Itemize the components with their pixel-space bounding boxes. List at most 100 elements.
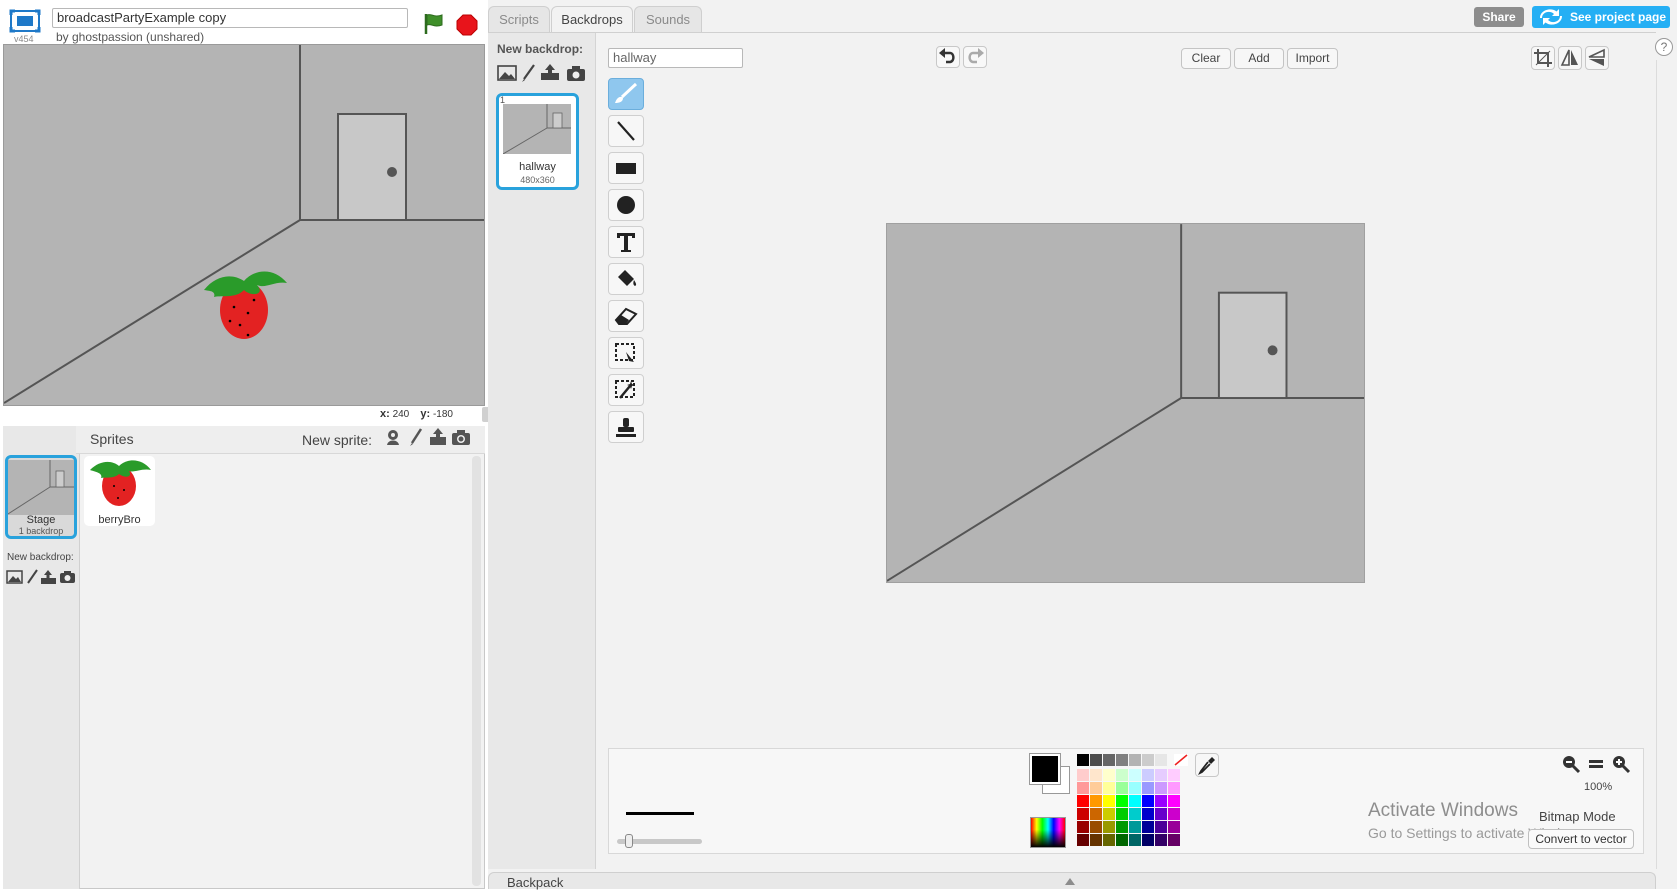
primary-color-swatch[interactable]: [1029, 753, 1061, 785]
costume-name-input[interactable]: hallway: [608, 48, 743, 68]
color-swatch[interactable]: [1142, 834, 1154, 846]
camera-backdrop-icon[interactable]: [59, 569, 76, 585]
color-swatch[interactable]: [1077, 795, 1089, 807]
color-swatch[interactable]: [1168, 795, 1180, 807]
color-swatch[interactable]: [1116, 782, 1128, 794]
color-swatch[interactable]: [1103, 808, 1115, 820]
color-palette[interactable]: [1077, 754, 1189, 850]
camera-backdrop-icon[interactable]: [566, 64, 586, 82]
color-swatch[interactable]: [1090, 795, 1102, 807]
stamp-tool[interactable]: [608, 411, 644, 443]
color-swatch[interactable]: [1103, 834, 1115, 846]
green-flag-icon[interactable]: [422, 12, 446, 36]
stage-canvas[interactable]: [3, 44, 485, 406]
convert-to-vector-button[interactable]: Convert to vector: [1528, 829, 1634, 849]
upload-backdrop-icon[interactable]: [40, 569, 57, 585]
color-swatch[interactable]: [1077, 834, 1089, 846]
eyedropper-icon[interactable]: [1195, 753, 1219, 777]
select-magic-tool[interactable]: [608, 374, 644, 406]
zoom-reset-icon[interactable]: [1586, 754, 1606, 774]
zoom-out-icon[interactable]: [1561, 754, 1581, 774]
color-swatch[interactable]: [1129, 808, 1141, 820]
project-title-input[interactable]: broadcastPartyExample copy: [52, 8, 408, 28]
paint-canvas[interactable]: [886, 223, 1365, 583]
color-swatch[interactable]: [1116, 754, 1128, 766]
upload-sprite-icon[interactable]: [428, 427, 448, 447]
color-swatch[interactable]: [1090, 754, 1102, 766]
color-swatch[interactable]: [1142, 795, 1154, 807]
tab-sounds[interactable]: Sounds: [634, 6, 702, 33]
color-swatch[interactable]: [1090, 808, 1102, 820]
color-swatch[interactable]: [1168, 834, 1180, 846]
color-swatch[interactable]: [1103, 769, 1115, 781]
ellipse-tool[interactable]: [608, 189, 644, 221]
color-swatch[interactable]: [1103, 754, 1115, 766]
color-swatch[interactable]: [1168, 821, 1180, 833]
color-swatch[interactable]: [1142, 782, 1154, 794]
paintbrush-tool[interactable]: [608, 78, 644, 110]
paint-new-sprite-icon[interactable]: [406, 427, 426, 447]
sprite-library-icon[interactable]: [383, 427, 403, 447]
brush-size-slider-knob[interactable]: [624, 834, 633, 848]
stop-icon[interactable]: [456, 14, 478, 36]
color-swatch[interactable]: [1129, 769, 1141, 781]
tab-scripts[interactable]: Scripts: [488, 6, 550, 33]
color-swatch[interactable]: [1129, 754, 1141, 766]
transparent-color-swatch[interactable]: [1174, 754, 1188, 766]
eraser-tool[interactable]: [608, 300, 644, 332]
fill-tool[interactable]: [608, 263, 644, 295]
color-swatch[interactable]: [1129, 834, 1141, 846]
flip-vertical-icon[interactable]: [1585, 46, 1609, 70]
color-swatch[interactable]: [1116, 769, 1128, 781]
color-swatch[interactable]: [1155, 834, 1167, 846]
color-swatch[interactable]: [1077, 808, 1089, 820]
color-swatch[interactable]: [1142, 821, 1154, 833]
color-swatch[interactable]: [1168, 808, 1180, 820]
color-swatch[interactable]: [1155, 821, 1167, 833]
color-swatch[interactable]: [1116, 821, 1128, 833]
color-swatch[interactable]: [1168, 782, 1180, 794]
color-swatch[interactable]: [1129, 795, 1141, 807]
color-swatch[interactable]: [1142, 754, 1154, 766]
color-spectrum-picker[interactable]: [1030, 817, 1066, 848]
undo-icon[interactable]: [936, 46, 960, 68]
color-swatch[interactable]: [1077, 769, 1089, 781]
tab-backdrops[interactable]: Backdrops: [551, 6, 633, 33]
color-swatch[interactable]: [1129, 782, 1141, 794]
color-swatch[interactable]: [1077, 821, 1089, 833]
color-swatch[interactable]: [1129, 821, 1141, 833]
backpack-expand-icon[interactable]: [1065, 878, 1075, 885]
color-swatch[interactable]: [1116, 795, 1128, 807]
rectangle-tool[interactable]: [608, 152, 644, 184]
color-swatch[interactable]: [1116, 808, 1128, 820]
paint-backdrop-icon[interactable]: [25, 569, 39, 585]
color-swatch[interactable]: [1155, 795, 1167, 807]
color-swatch[interactable]: [1090, 769, 1102, 781]
color-swatch[interactable]: [1142, 769, 1154, 781]
add-button[interactable]: Add: [1234, 48, 1284, 69]
select-tool[interactable]: [608, 337, 644, 369]
camera-sprite-icon[interactable]: [451, 428, 471, 448]
redo-icon[interactable]: [963, 46, 987, 68]
color-swatch[interactable]: [1116, 834, 1128, 846]
color-swatch[interactable]: [1168, 769, 1180, 781]
color-swatch[interactable]: [1155, 754, 1167, 766]
help-button[interactable]: ?: [1655, 38, 1673, 56]
color-swatch[interactable]: [1090, 821, 1102, 833]
color-swatch[interactable]: [1155, 769, 1167, 781]
zoom-in-icon[interactable]: [1611, 754, 1631, 774]
color-swatch[interactable]: [1090, 834, 1102, 846]
color-swatch[interactable]: [1155, 808, 1167, 820]
flip-horizontal-icon[interactable]: [1558, 46, 1582, 70]
sprites-scrollbar[interactable]: [472, 456, 481, 886]
backdrop-library-icon[interactable]: [497, 64, 517, 82]
color-swatch[interactable]: [1090, 782, 1102, 794]
backdrop-library-icon[interactable]: [6, 569, 23, 585]
text-tool[interactable]: [608, 226, 644, 258]
line-tool[interactable]: [608, 115, 644, 147]
color-swatch[interactable]: [1142, 808, 1154, 820]
share-button[interactable]: Share: [1474, 7, 1524, 27]
clear-button[interactable]: Clear: [1181, 48, 1231, 69]
color-swatch[interactable]: [1077, 754, 1089, 766]
color-swatch[interactable]: [1103, 795, 1115, 807]
